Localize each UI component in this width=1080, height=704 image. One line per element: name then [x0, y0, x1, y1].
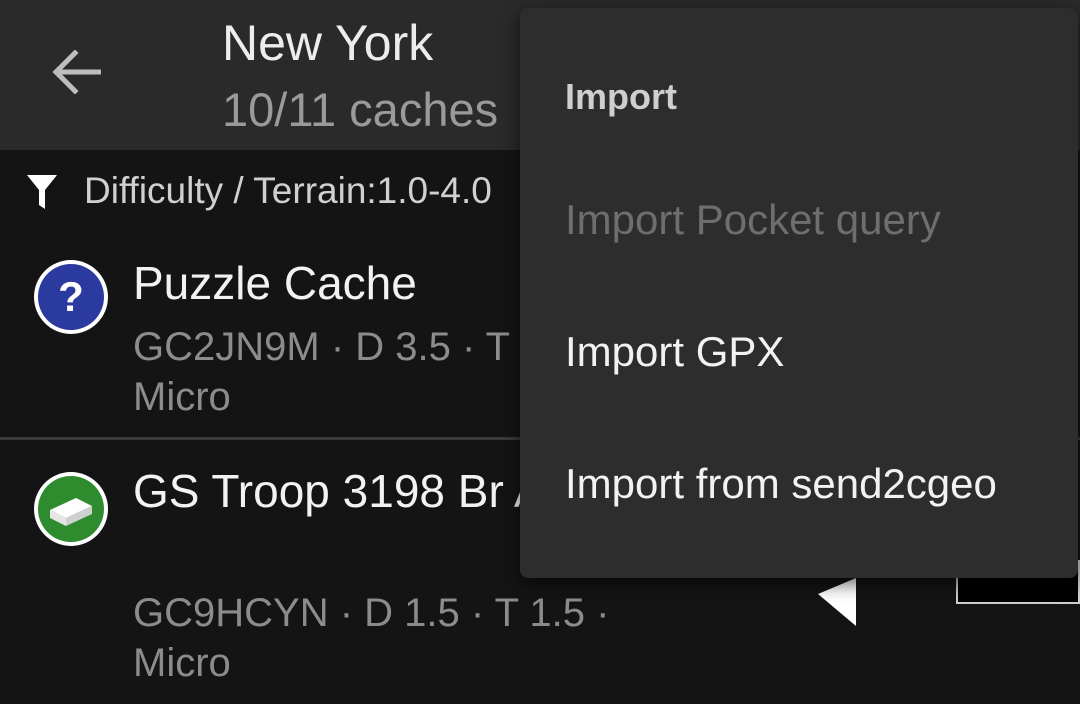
- arrow-left-icon: [52, 50, 101, 94]
- filter-label: Difficulty / Terrain:1.0-4.0: [84, 170, 492, 211]
- menu-item-import-send2cgeo[interactable]: Import from send2cgeo: [520, 428, 1078, 558]
- app-screen: New York 10/11 caches Difficulty / Terra…: [0, 0, 1080, 704]
- cache-details: GC9HCYN · D 1.5 · T 1.5 · Micro: [133, 588, 693, 688]
- direction-arrow-icon: [818, 578, 856, 626]
- menu-item-label: Import from send2cgeo: [565, 460, 997, 507]
- question-mark-icon: ?: [34, 260, 108, 334]
- menu-item-import-gpx[interactable]: Import GPX: [520, 296, 1078, 426]
- import-menu: Import Import Pocket query Import GPX Im…: [520, 8, 1078, 578]
- menu-item-label: Import Pocket query: [565, 196, 941, 243]
- cache-size: Micro: [133, 641, 231, 685]
- page-title: New York: [222, 15, 434, 71]
- box-icon: [34, 472, 108, 546]
- cache-code-difficulty: GC9HCYN · D 1.5 · T 1.5 ·: [133, 591, 610, 635]
- back-button[interactable]: [36, 32, 116, 112]
- filter-icon: [27, 175, 57, 209]
- menu-item-label: Import GPX: [565, 328, 785, 375]
- menu-item-import-pocket-query[interactable]: Import Pocket query: [520, 164, 1078, 294]
- menu-header: Import: [565, 76, 677, 117]
- cache-count-subtitle: 10/11 caches: [222, 83, 499, 136]
- svg-text:?: ?: [58, 273, 84, 320]
